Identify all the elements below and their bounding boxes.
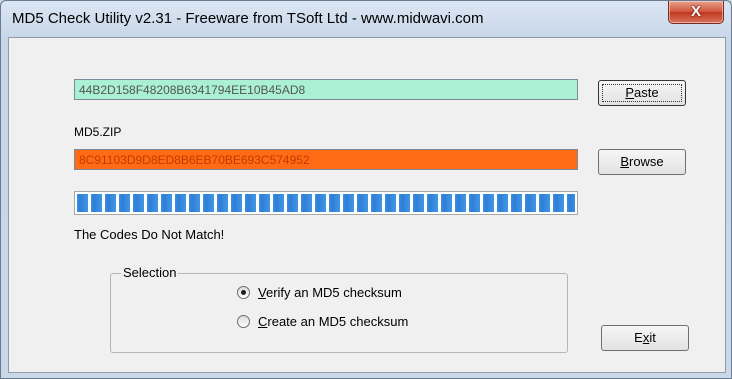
verify-accel: V — [258, 285, 266, 300]
title-bar[interactable]: MD5 Check Utility v2.31 - Freeware from … — [0, 0, 732, 36]
client-area: Paste MD5.ZIP Browse The Codes Do Not Ma… — [8, 37, 726, 373]
computed-checksum-field[interactable] — [74, 149, 578, 170]
progress-bar — [74, 191, 578, 215]
radio-create-checksum[interactable]: Create an MD5 checksum — [237, 314, 408, 332]
selection-legend: Selection — [121, 265, 179, 280]
status-message: The Codes Do Not Match! — [74, 227, 225, 242]
radio-verify-checksum[interactable]: Verify an MD5 checksum — [237, 285, 402, 303]
selection-groupbox: Selection Verify an MD5 checksum Create … — [110, 265, 568, 353]
paste-accel: P — [625, 85, 635, 100]
exit-label-rest: it — [649, 330, 656, 345]
window-title: MD5 Check Utility v2.31 - Freeware from … — [12, 10, 484, 27]
radio-checked-icon — [237, 286, 250, 299]
close-button[interactable]: X — [668, 1, 724, 24]
exit-button[interactable]: Exit — [601, 325, 689, 351]
checksum-input[interactable] — [74, 79, 578, 100]
close-icon: X — [690, 3, 701, 20]
paste-label: aste — [634, 85, 659, 100]
browse-label: rowse — [628, 154, 664, 169]
browse-button[interactable]: Browse — [598, 149, 686, 175]
verify-label: erify an MD5 checksum — [265, 285, 402, 300]
radio-unchecked-icon — [237, 315, 250, 328]
create-label: reate an MD5 checksum — [267, 314, 409, 329]
exit-label-pre: E — [634, 330, 643, 345]
file-name-label: MD5.ZIP — [74, 125, 122, 139]
create-accel: C — [258, 314, 268, 329]
paste-button[interactable]: Paste — [598, 80, 686, 106]
progress-fill — [77, 194, 575, 212]
browse-accel: B — [620, 154, 629, 169]
